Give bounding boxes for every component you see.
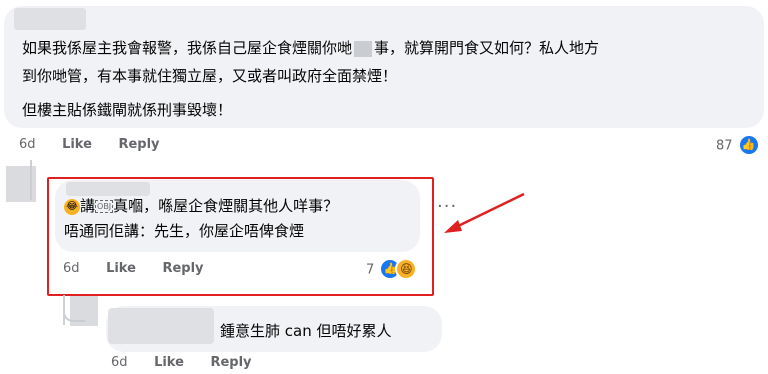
comment-time[interactable]: 6d (19, 137, 36, 152)
comment-actions: 6d Like Reply (19, 137, 182, 152)
reply-actions: 6d Like Reply (111, 355, 274, 370)
commenter-name-blurred[interactable] (14, 8, 86, 30)
like-button[interactable]: Like (154, 355, 184, 370)
comment-text-line1: 如果我係屋主我會報警，我係自己屋企食煙關你哋 事，就算開門食又如何？私人地方 (22, 39, 600, 57)
comment-text-line2: 到你哋管，有本事就住獨立屋，又或者叫政府全面禁煙！ (22, 67, 398, 85)
reply-text: 鍾意生肺 can 但唔好累人 (220, 322, 392, 340)
like-reaction-icon: 👍 (737, 134, 760, 156)
censored-char (354, 40, 373, 57)
reply-button[interactable]: Reply (118, 137, 159, 152)
annotation-arrow (444, 192, 525, 233)
like-button[interactable]: Like (62, 137, 92, 152)
reaction-count: 87 (716, 138, 733, 154)
avatar[interactable] (6, 166, 36, 202)
laughing-emoji-icon: 😂 (64, 198, 80, 215)
haha-reaction-icon: 😆 (395, 258, 418, 280)
avatar[interactable] (70, 296, 98, 326)
reaction-summary[interactable]: 87 👍 (716, 134, 760, 156)
reply-time[interactable]: 6d (63, 261, 80, 276)
reply-text-line2: 唔通同佢講：先生，你屋企唔俾食煙 (64, 222, 305, 240)
reply-button[interactable]: Reply (210, 355, 251, 370)
replier-name-blurred[interactable] (108, 308, 214, 344)
like-button[interactable]: Like (106, 261, 136, 276)
reply-time[interactable]: 6d (111, 355, 128, 370)
comment-text-line3: 但樓主貼係鐵閘就係刑事毀壞！ (22, 101, 233, 119)
reaction-summary[interactable]: 7 👍 😆 (366, 258, 418, 280)
reply-button[interactable]: Reply (162, 261, 203, 276)
reaction-count: 7 (366, 262, 375, 278)
obj-placeholder-icon: OBJ (95, 200, 114, 213)
reply-actions: 6d Like Reply (63, 261, 226, 276)
